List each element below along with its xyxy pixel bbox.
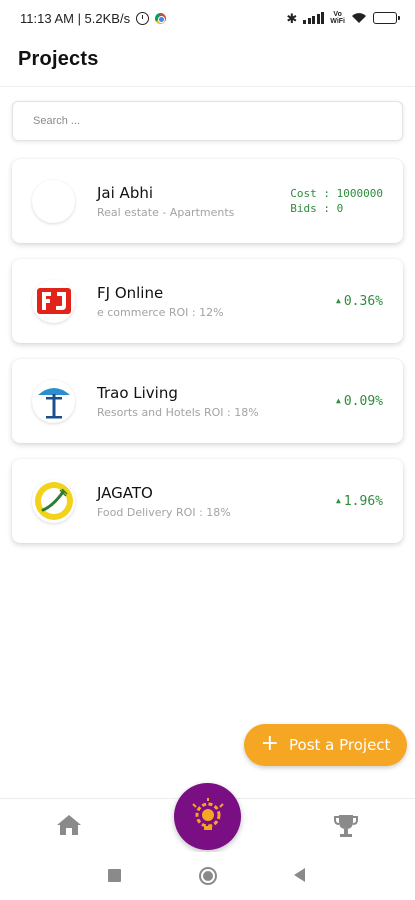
project-subtitle: Food Delivery ROI : 18% <box>97 505 231 519</box>
up-arrow-icon: ▲ <box>336 296 341 305</box>
project-stats: Cost : 1000000 Bids : 0 <box>290 186 383 216</box>
post-project-button[interactable]: + Post a Project <box>244 724 407 766</box>
project-card-fj-online[interactable]: FJ Online e commerce ROI : 12% ▲ 0.36% <box>12 259 403 343</box>
search-input[interactable] <box>33 115 382 127</box>
card-text: Trao Living Resorts and Hotels ROI : 18% <box>97 384 336 419</box>
home-circle-icon[interactable] <box>199 867 217 885</box>
card-text: Jai Abhi Real estate - Apartments <box>97 184 290 219</box>
status-right: ✱ Vo WiFi <box>286 10 400 26</box>
project-name: JAGATO <box>97 483 153 502</box>
up-arrow-icon: ▲ <box>336 396 341 405</box>
battery-icon <box>373 12 400 24</box>
project-change: ▲ 0.09% <box>336 394 383 409</box>
bluetooth-icon: ✱ <box>286 10 298 26</box>
blank-logo-icon <box>32 179 75 223</box>
project-cost: Cost : 1000000 <box>290 187 383 200</box>
fj-logo-icon <box>32 279 75 323</box>
idea-gear-button[interactable] <box>174 783 241 850</box>
project-subtitle: Real estate - Apartments <box>97 205 235 219</box>
project-subtitle: e commerce ROI : 12% <box>97 305 224 319</box>
trophy-icon[interactable] <box>333 813 359 839</box>
system-nav <box>0 852 415 900</box>
card-text: JAGATO Food Delivery ROI : 18% <box>97 484 336 519</box>
project-card-jai-abhi[interactable]: Jai Abhi Real estate - Apartments Cost :… <box>12 159 403 243</box>
project-subtitle: Resorts and Hotels ROI : 18% <box>97 405 259 419</box>
status-time-speed: 11:13 AM | 5.2KB/s <box>20 10 131 26</box>
search-box[interactable] <box>12 101 403 141</box>
volte-icon: Vo WiFi <box>330 11 345 25</box>
post-project-label: Post a Project <box>289 736 391 754</box>
project-change: ▲ 0.36% <box>336 294 383 309</box>
project-name: FJ Online <box>97 283 164 302</box>
project-card-trao-living[interactable]: Trao Living Resorts and Hotels ROI : 18%… <box>12 359 403 443</box>
change-value: 0.36% <box>343 293 383 309</box>
change-value: 0.09% <box>343 393 383 409</box>
project-card-jagato[interactable]: JAGATO Food Delivery ROI : 18% ▲ 1.96% <box>12 459 403 543</box>
back-icon[interactable] <box>294 868 305 882</box>
up-arrow-icon: ▲ <box>336 496 341 505</box>
signal-icon <box>303 12 325 24</box>
recent-apps-icon[interactable] <box>108 869 121 882</box>
status-left: 11:13 AM | 5.2KB/s <box>20 10 167 26</box>
alarm-icon <box>136 11 150 25</box>
header-divider <box>0 86 415 87</box>
wifi-icon <box>352 13 366 23</box>
page-title: Projects <box>18 48 99 70</box>
plus-icon: + <box>260 731 279 756</box>
project-bids: Bids : 0 <box>290 202 344 215</box>
card-text: FJ Online e commerce ROI : 12% <box>97 284 336 319</box>
chrome-icon <box>155 12 167 24</box>
status-bar: 11:13 AM | 5.2KB/s ✱ Vo WiFi <box>0 0 415 36</box>
trao-logo-icon <box>32 379 75 423</box>
project-change: ▲ 1.96% <box>336 494 383 509</box>
project-name: Jai Abhi <box>97 183 154 202</box>
home-icon[interactable] <box>56 813 82 837</box>
idea-gear-icon <box>191 797 224 830</box>
jagato-logo-icon <box>32 479 75 523</box>
change-value: 1.96% <box>343 493 383 509</box>
project-name: Trao Living <box>97 383 178 402</box>
